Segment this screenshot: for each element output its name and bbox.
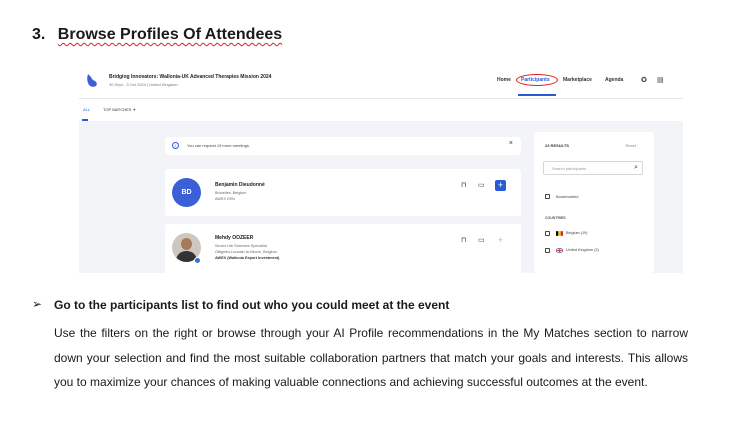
message-icon[interactable]: ▭ xyxy=(478,236,485,244)
participant-organization: AWEX (Wallonia Export Investment) xyxy=(215,256,280,260)
tab-all[interactable]: ALL xyxy=(83,107,90,112)
participant-name: Mehdy OOZEER xyxy=(215,235,254,241)
bookmark-icon[interactable]: ⊓ xyxy=(461,181,466,189)
bullet-title: Go to the participants list to find out … xyxy=(54,298,450,312)
search-icon: ⌕ xyxy=(634,164,638,171)
sparkle-icon: ✦ xyxy=(132,107,136,112)
app-logo-icon xyxy=(87,74,97,87)
status-dot xyxy=(194,257,201,264)
participant-location: Bruxelles, Belgium xyxy=(215,191,247,195)
participant-organization: AWEX EEN xyxy=(215,197,235,201)
event-title: Bridging Innovators: Wallonia-UK Advance… xyxy=(109,74,272,80)
meeting-notice: i You can request 19 more meetings. × xyxy=(165,137,521,155)
bookmarked-checkbox[interactable] xyxy=(545,194,550,199)
filter-panel: 23 RESULTS Reset Search participants ⌕ B… xyxy=(534,132,654,273)
request-meeting-button[interactable]: + xyxy=(495,180,506,191)
nav-marketplace[interactable]: Marketplace xyxy=(563,77,592,83)
nav-home[interactable]: Home xyxy=(497,77,511,83)
highlight-circle xyxy=(516,74,558,86)
app-screenshot: Bridging Innovators: Wallonia-UK Advance… xyxy=(79,66,683,273)
uk-flag-icon xyxy=(556,248,563,253)
search-placeholder: Search participants xyxy=(552,166,587,171)
filter-tabs: ALL TOP MATCHES ✦ xyxy=(79,99,683,121)
section-number: 3. xyxy=(32,26,46,43)
arrow-bullet-icon: ➢ xyxy=(32,297,43,311)
chat-icon[interactable]: ✪ xyxy=(641,76,647,84)
avatar: BD xyxy=(172,178,201,207)
search-input[interactable]: Search participants ⌕ xyxy=(543,161,643,175)
country-uk-label: United Kingdom (3) xyxy=(566,248,599,252)
country-belgium-label: Belgium (19) xyxy=(566,231,588,235)
nav-active-indicator xyxy=(518,94,556,96)
country-checkbox-belgium[interactable] xyxy=(545,231,550,236)
tab-top-matches[interactable]: TOP MATCHES ✦ xyxy=(103,107,136,112)
belgium-flag-icon xyxy=(556,231,563,236)
close-icon[interactable]: × xyxy=(509,140,513,147)
top-bar: Bridging Innovators: Wallonia-UK Advance… xyxy=(79,66,683,99)
request-meeting-button[interactable]: + xyxy=(495,235,506,246)
tab-top-matches-label: TOP MATCHES xyxy=(103,107,132,112)
event-subtitle: 30 Sept - 3 Oct 2024 | United Kingdom xyxy=(109,82,178,87)
notes-icon[interactable]: ▤ xyxy=(657,76,664,84)
bookmark-icon[interactable]: ⊓ xyxy=(461,236,466,244)
nav-agenda[interactable]: Agenda xyxy=(605,77,623,83)
participant-location: Ottignies-Louvain-la-Neuve, Belgium xyxy=(215,250,277,254)
countries-heading: COUNTRIES xyxy=(545,216,566,220)
section-title: Browse Profiles Of Attendees xyxy=(57,26,283,43)
results-count: 23 RESULTS xyxy=(545,143,569,148)
body-paragraph: Use the filters on the right or browse t… xyxy=(54,326,688,389)
participant-job-title: Senior Life Sciences Specialist xyxy=(215,244,267,248)
notice-text: You can request 19 more meetings. xyxy=(187,143,251,148)
participant-card[interactable]: BD Benjamin Dieudonné Bruxelles, Belgium… xyxy=(165,169,521,216)
reset-button[interactable]: Reset xyxy=(626,143,636,148)
participant-card[interactable]: Mehdy OOZEER Senior Life Sciences Specia… xyxy=(165,224,521,273)
participant-name: Benjamin Dieudonné xyxy=(215,182,265,188)
message-icon[interactable]: ▭ xyxy=(478,181,485,189)
info-icon: i xyxy=(172,142,179,149)
bookmarked-label: Bookmarked xyxy=(556,194,579,199)
tab-active-indicator xyxy=(82,119,88,121)
country-checkbox-uk[interactable] xyxy=(545,248,550,253)
section-heading: 3. Browse Profiles Of Attendees xyxy=(32,26,282,44)
